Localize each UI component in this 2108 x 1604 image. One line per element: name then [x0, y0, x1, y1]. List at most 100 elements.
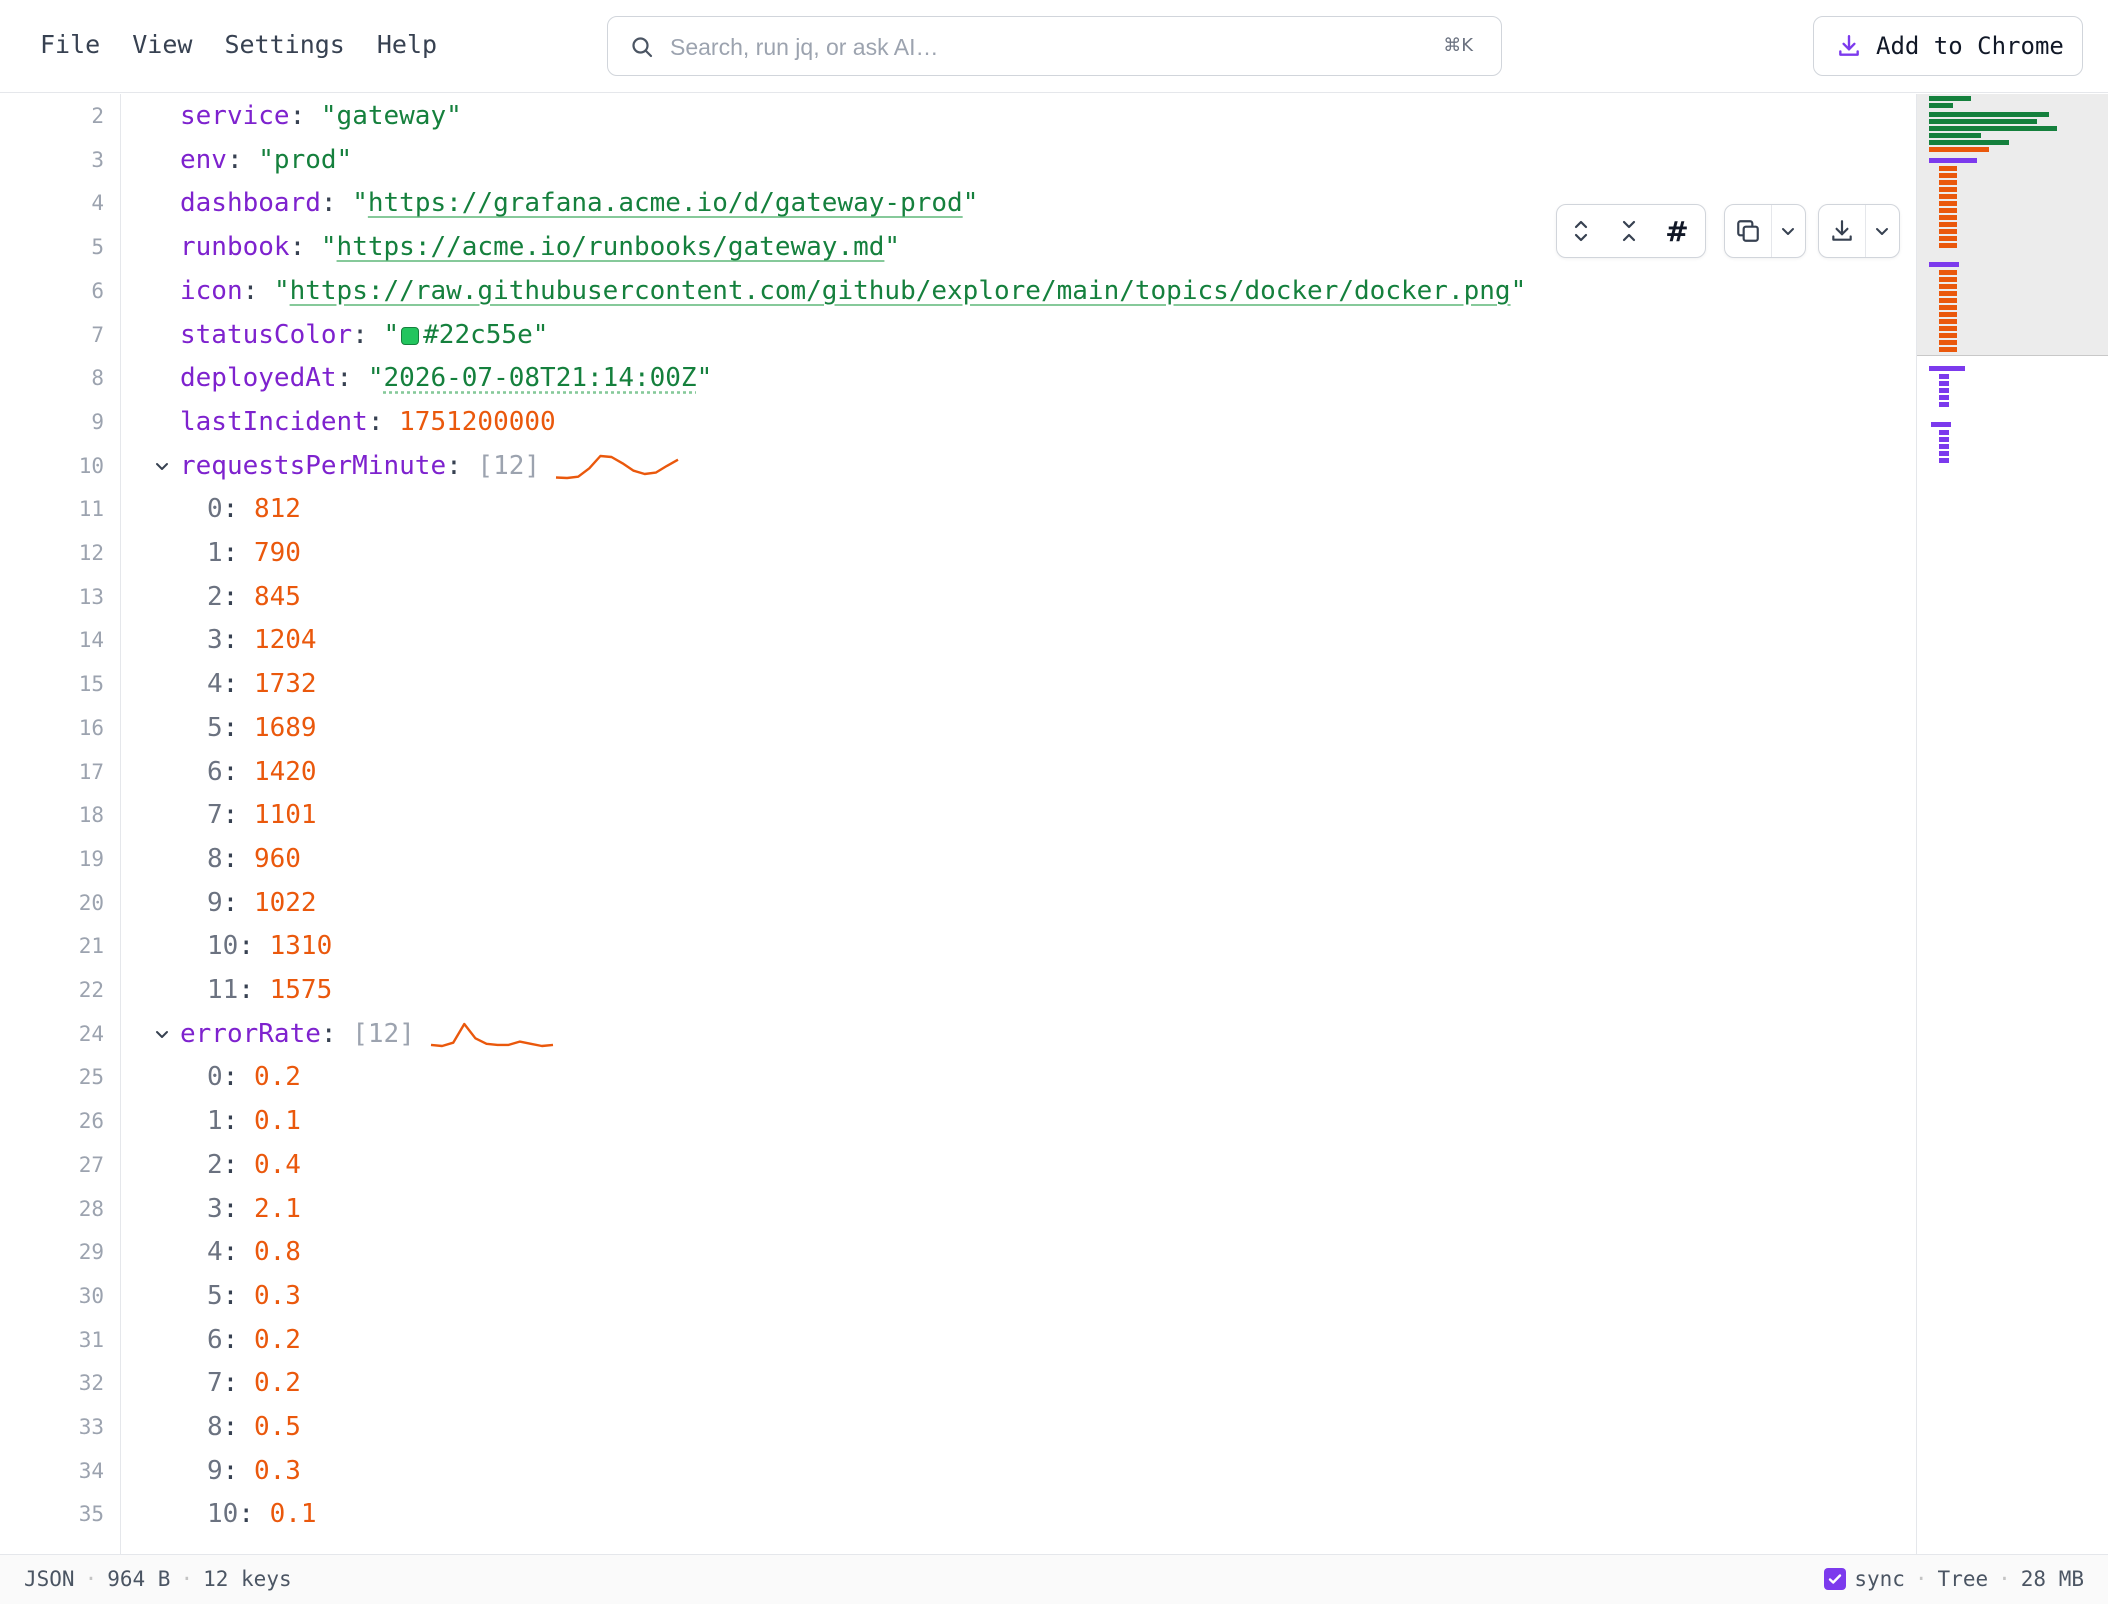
minimap[interactable] [1916, 94, 2108, 1554]
code-content: 3: 2.1 [207, 1187, 301, 1231]
chevron-down-icon[interactable] [152, 1024, 172, 1044]
code-line: 35 10: 0.1 [0, 1492, 1916, 1536]
search-input[interactable] [670, 27, 1430, 67]
minimap-mark [1939, 291, 1957, 296]
code-line: 28 3: 2.1 [0, 1187, 1916, 1231]
line-number: 8 [91, 366, 104, 391]
search-box[interactable]: ⌘K [607, 16, 1502, 76]
code-content: 1: 790 [207, 531, 301, 575]
view-toolbar: # [1556, 204, 1706, 258]
quote: " [320, 232, 337, 263]
code-line: 26 1: 0.1 [0, 1099, 1916, 1143]
number-value: 790 [253, 538, 301, 568]
minimap-mark [1939, 319, 1957, 324]
json-editor[interactable]: 2 service: "gateway" 3 env: "prod" 4 dashboar… [0, 94, 1916, 1554]
code-line: 34 9: 0.3 [0, 1449, 1916, 1493]
add-to-chrome-label: Add to Chrome [1876, 32, 2064, 60]
colon: : [336, 363, 368, 394]
line-number: 12 [78, 541, 104, 565]
code-line: 7 statusColor: " #22c55e" [0, 313, 1916, 357]
top-bar: File View Settings Help ⌘K Add to Chrome [0, 0, 2108, 93]
code-line: 13 2: 845 [0, 575, 1916, 619]
menu-settings[interactable]: Settings [224, 30, 344, 59]
minimap-mark [1939, 326, 1957, 331]
line-number: 14 [78, 628, 104, 653]
url-link[interactable]: https://raw.githubusercontent.com/github… [290, 276, 1511, 306]
json-key: requestsPerMinute [180, 450, 447, 481]
menu-bar: File View Settings Help [40, 30, 469, 59]
memory-usage: 28 MB [2020, 1567, 2084, 1591]
hash-icon: # [1665, 214, 1689, 248]
code-line: 18 7: 1101 [0, 793, 1916, 837]
number-value: 1310 [269, 931, 333, 962]
minimap-mark [1929, 158, 1977, 163]
code-content: statusColor: " #22c55e" [180, 313, 548, 357]
json-key: env [180, 144, 227, 175]
menu-help[interactable]: Help [377, 30, 437, 59]
code-content: lastIncident: 1751200000 [180, 400, 556, 444]
code-line: 33 8: 0.5 [0, 1405, 1916, 1449]
minimap-mark [1939, 243, 1957, 248]
code-line: 20 9: 1022 [0, 881, 1916, 925]
line-number: 21 [78, 934, 104, 959]
url-link[interactable]: https://grafana.acme.io/d/gateway-prod [368, 188, 963, 218]
date-value[interactable]: 2026-07-08T21:14:00Z [384, 363, 697, 393]
minimap-mark [1939, 402, 1949, 407]
json-key: service [180, 101, 290, 131]
menu-view[interactable]: View [132, 30, 192, 59]
colon: : [238, 1499, 270, 1530]
view-mode-toggle[interactable]: Tree [1938, 1567, 1989, 1591]
code-line: 32 7: 0.2 [0, 1361, 1916, 1405]
code-line: 14 3: 1204 [0, 618, 1916, 662]
collapse-all-icon [1622, 220, 1636, 242]
code-content: 6: 1420 [207, 750, 317, 794]
download-button[interactable] [1819, 205, 1865, 257]
copy-button[interactable] [1725, 205, 1771, 257]
code-content: 2: 0.4 [207, 1143, 301, 1187]
code-content: 0: 812 [207, 487, 301, 531]
minimap-mark [1939, 187, 1957, 192]
minimap-mark [1939, 374, 1949, 379]
copy-toolbar [1724, 204, 1806, 258]
json-key: deployedAt [180, 363, 337, 394]
minimap-mark [1939, 347, 1957, 352]
sync-checkbox[interactable] [1824, 1568, 1847, 1590]
line-numbers-button[interactable]: # [1653, 205, 1701, 257]
status-size: 964 B [107, 1567, 171, 1591]
collapse-all-button[interactable] [1605, 205, 1653, 257]
array-count: [12] [477, 450, 541, 481]
add-to-chrome-button[interactable]: Add to Chrome [1813, 16, 2083, 76]
colon: : [320, 1018, 353, 1049]
line-number: 13 [78, 584, 104, 609]
chevron-down-icon[interactable] [152, 456, 172, 476]
minimap-mark [1929, 147, 1989, 152]
expand-all-button[interactable] [1557, 205, 1605, 257]
line-number: 20 [78, 890, 104, 915]
number-value: 1732 [253, 669, 317, 700]
code-line: 27 2: 0.4 [0, 1143, 1916, 1187]
array-index: 1 [207, 1106, 223, 1137]
code-content: 11: 1575 [207, 968, 332, 1012]
number-value: 0.1 [269, 1499, 317, 1530]
minimap-mark [1939, 451, 1949, 456]
colon: : [320, 188, 353, 219]
line-number: 27 [78, 1152, 104, 1177]
code-content: 7: 0.2 [207, 1361, 301, 1405]
download-options-button[interactable] [1864, 205, 1899, 257]
code-content: dashboard: "https://grafana.acme.io/d/ga… [180, 181, 978, 225]
minimap-mark [1939, 201, 1957, 206]
colon: : [238, 975, 270, 1005]
sync-label[interactable]: sync [1854, 1567, 1905, 1591]
url-link[interactable]: https://acme.io/runbooks/gateway.md [337, 232, 885, 262]
line-number: 5 [91, 235, 104, 260]
code-content: 8: 0.5 [207, 1405, 301, 1449]
code-line: 2 service: "gateway" [0, 94, 1916, 138]
colon: : [222, 1237, 254, 1268]
number-value: 0.4 [253, 1149, 301, 1180]
color-swatch[interactable] [401, 326, 420, 345]
minimap-mark [1939, 458, 1949, 463]
menu-file[interactable]: File [40, 30, 100, 59]
copy-options-button[interactable] [1770, 205, 1805, 257]
number-value: 0.2 [253, 1324, 301, 1355]
color-value: #22c55e [423, 319, 533, 350]
